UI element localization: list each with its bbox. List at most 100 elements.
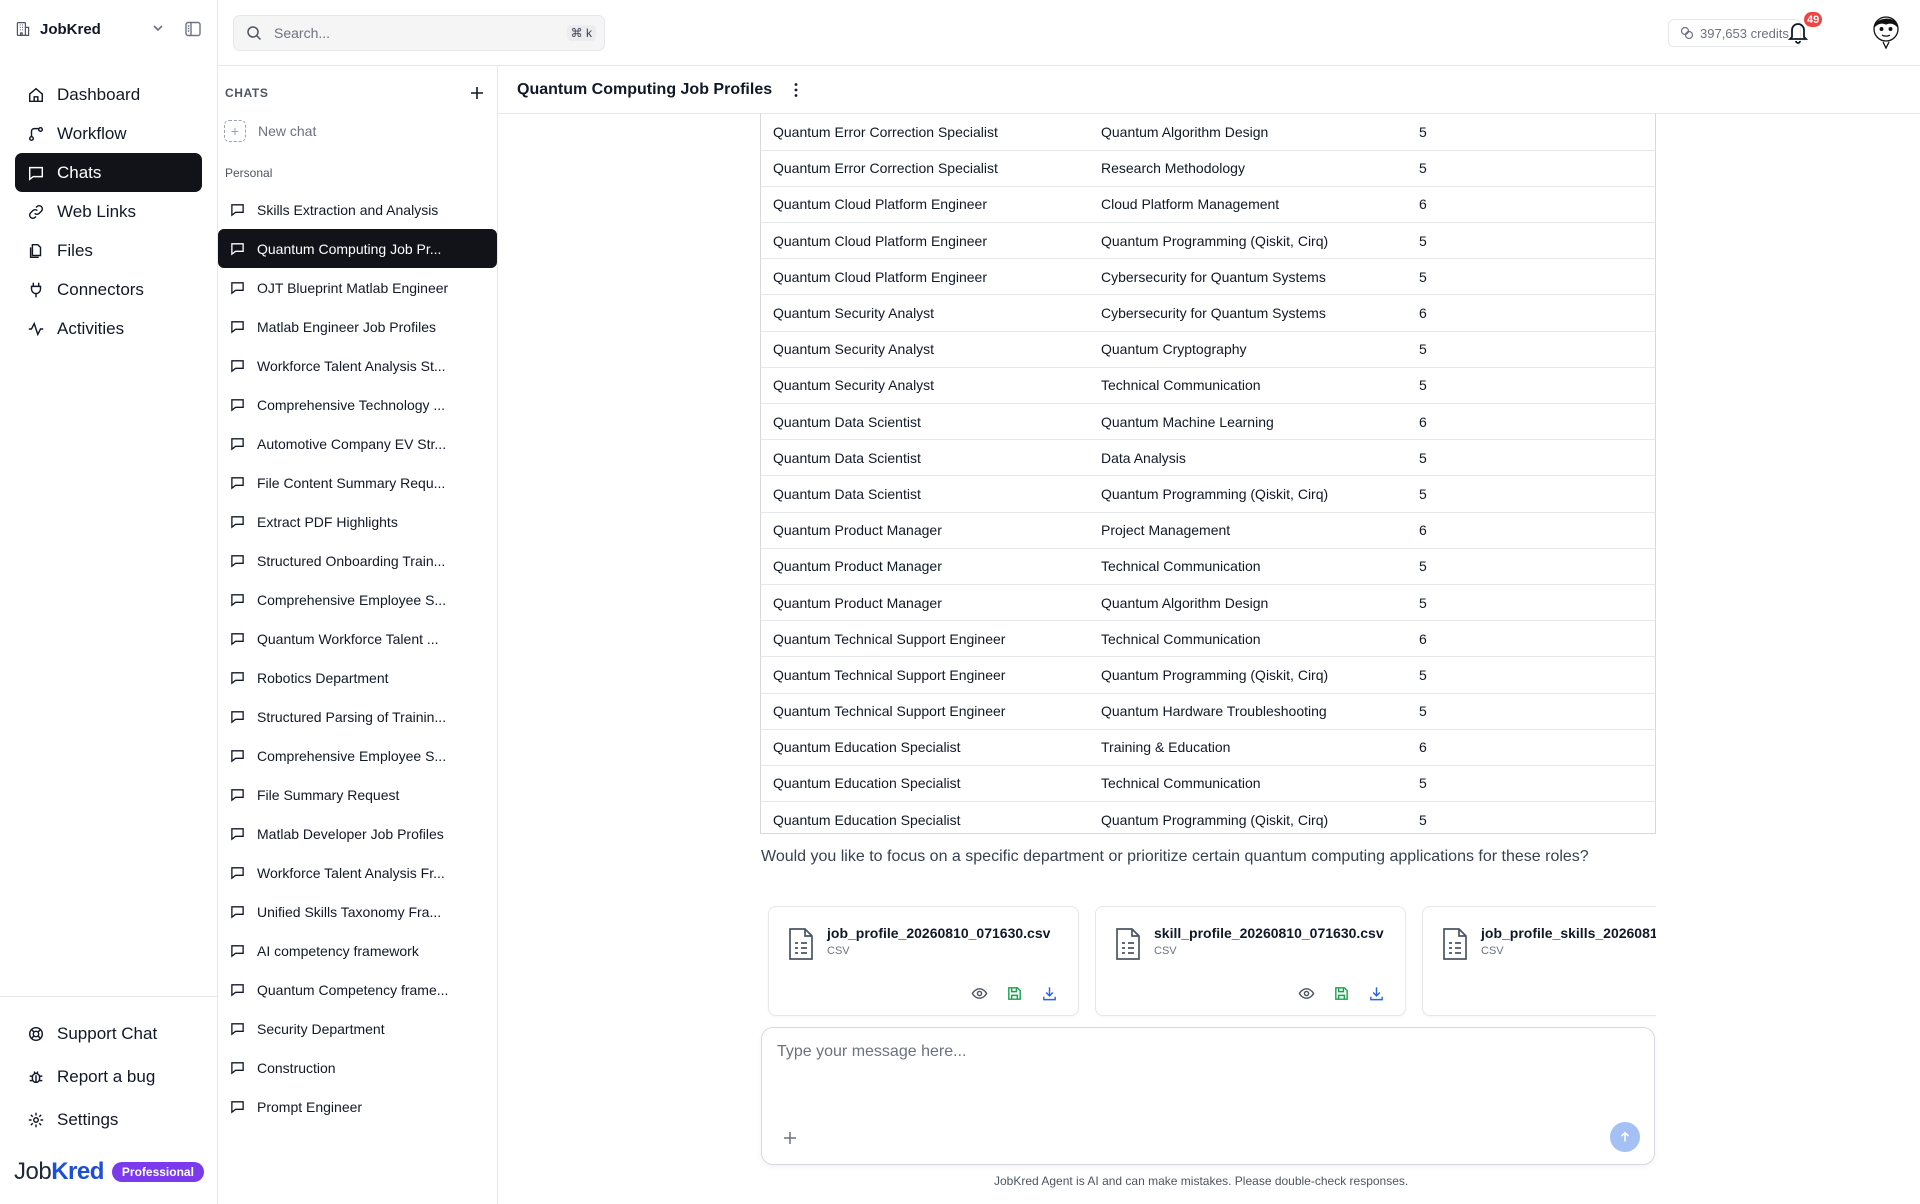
chat-icon	[28, 166, 44, 181]
skill-cell: Technical Communication	[1089, 765, 1407, 803]
table-row: Quantum Technical Support Engineer Techni…	[761, 620, 1655, 658]
file-name: skill_profile_20260810_071630.csv	[1154, 925, 1384, 941]
download-icon[interactable]	[1368, 985, 1385, 1002]
nav-item-workflow[interactable]: Workflow	[15, 114, 202, 153]
plus-icon[interactable]	[782, 1130, 798, 1146]
chat-list-item[interactable]: Comprehensive Employee S...	[218, 736, 497, 775]
activity-icon	[28, 321, 44, 336]
plus-icon[interactable]	[468, 84, 486, 102]
credits-display[interactable]: 397,653 credits	[1668, 19, 1801, 47]
nav-item-report-bug[interactable]: Report a bug	[15, 1055, 202, 1098]
table-row: Quantum Cloud Platform Engineer Cybersecu…	[761, 258, 1655, 296]
chat-list-item[interactable]: Quantum Workforce Talent ...	[218, 619, 497, 658]
search-input[interactable]	[274, 25, 564, 41]
chat-list-item[interactable]: Quantum Competency frame...	[218, 970, 497, 1009]
chat-title: Security Department	[257, 1020, 385, 1037]
chat-icon	[231, 672, 244, 685]
chat-list-item[interactable]: Unified Skills Taxonomy Fra...	[218, 892, 497, 931]
chat-list-item[interactable]: Skills Extraction and Analysis	[218, 190, 497, 229]
chat-title: Quantum Competency frame...	[257, 981, 449, 998]
save-icon[interactable]	[1333, 985, 1350, 1002]
chat-list-item[interactable]: Extract PDF Highlights	[218, 502, 497, 541]
chat-list-item[interactable]: File Summary Request	[218, 775, 497, 814]
table-row: Quantum Security Analyst Cybersecurity fo…	[761, 294, 1655, 332]
file-name: job_profile_skills_20260810_071630.csv	[1481, 925, 1656, 941]
skill-cell: Technical Communication	[1089, 548, 1407, 585]
chat-list-item[interactable]: Comprehensive Employee S...	[218, 580, 497, 619]
chat-icon	[231, 360, 244, 373]
nav-item-web-links[interactable]: Web Links	[15, 192, 202, 231]
chat-list-item[interactable]: Automotive Company EV Str...	[218, 424, 497, 463]
skill-cell: Quantum Programming (Qiskit, Cirq)	[1101, 811, 1329, 828]
chat-list-item[interactable]: Workforce Talent Analysis Fr...	[218, 853, 497, 892]
new-chat-button[interactable]: + New chat	[224, 118, 316, 144]
file-card[interactable]: job_profile_skills_20260810_071630.csv CS…	[1422, 906, 1656, 1016]
table-row: Quantum Data Scientist Quantum Programmin…	[761, 475, 1655, 513]
table-row: Quantum Technical Support Engineer Quantu…	[761, 656, 1655, 694]
message-input[interactable]	[777, 1043, 1637, 1103]
chat-icon	[231, 516, 244, 529]
sidebar-collapse-icon[interactable]	[184, 20, 202, 38]
chat-list-item[interactable]: File Content Summary Requ...	[218, 463, 497, 502]
chat-list-item[interactable]: Construction	[218, 1048, 497, 1087]
table-row: Quantum Education Specialist Technical Co…	[761, 765, 1655, 803]
chat-list-item[interactable]: Security Department	[218, 1009, 497, 1048]
chat-list-item[interactable]: Prompt Engineer	[218, 1087, 497, 1126]
chat-list-item[interactable]: OJT Blueprint Matlab Engineer	[218, 268, 497, 307]
job-title-cell: Quantum Error Correction Specialist	[761, 114, 1089, 151]
chevron-down-icon[interactable]	[150, 20, 166, 36]
chat-list-item[interactable]: Matlab Engineer Job Profiles	[218, 307, 497, 346]
top-bar: ⌘ k 397,653 credits 49	[218, 0, 1920, 66]
nav-item-settings[interactable]: Settings	[15, 1098, 202, 1141]
chat-title: Comprehensive Employee S...	[257, 591, 447, 608]
eye-icon[interactable]	[971, 985, 988, 1002]
chat-icon	[231, 594, 244, 607]
table-row: Quantum Error Correction Specialist Resea…	[761, 150, 1655, 187]
file-name: job_profile_20260810_071630.csv	[827, 925, 1051, 941]
nav-item-connectors[interactable]: Connectors	[15, 270, 202, 309]
plan-badge: Professional	[111, 1162, 204, 1182]
avatar[interactable]	[1869, 14, 1903, 50]
arrow-up-icon	[1620, 1131, 1630, 1142]
workflow-icon	[28, 126, 44, 141]
nav-item-label: Activities	[57, 318, 125, 338]
chat-list-item[interactable]: AI competency framework	[218, 931, 497, 970]
results-table-container[interactable]: Quantum Error Correction Specialist Quant…	[760, 114, 1656, 834]
nav-item-chats[interactable]: Chats	[15, 153, 202, 192]
job-title-cell: Quantum Data Scientist	[761, 439, 1089, 477]
eye-icon[interactable]	[1298, 985, 1315, 1002]
more-vertical-icon[interactable]	[787, 81, 805, 99]
save-icon[interactable]	[1006, 985, 1023, 1002]
nav-item-support-chat[interactable]: Support Chat	[15, 1012, 202, 1055]
chat-list-item[interactable]: Structured Onboarding Train...	[218, 541, 497, 580]
chat-list-item[interactable]: Comprehensive Technology ...	[218, 385, 497, 424]
send-button[interactable]	[1610, 1122, 1640, 1152]
nav-item-label: Dashboard	[57, 84, 141, 104]
table-row: Quantum Cloud Platform Engineer Cloud Pla…	[761, 186, 1655, 224]
download-icon[interactable]	[1041, 985, 1058, 1002]
chat-icon	[231, 477, 244, 490]
workspace-name: JobKred	[40, 20, 101, 38]
credits-label: 397,653 credits	[1700, 25, 1789, 41]
file-card[interactable]: skill_profile_20260810_071630.csv CSV	[1095, 906, 1406, 1016]
chat-list-item[interactable]: Robotics Department	[218, 658, 497, 697]
results-table: Quantum Error Correction Specialist Quant…	[761, 114, 1655, 833]
chat-list-item[interactable]: Matlab Developer Job Profiles	[218, 814, 497, 853]
chat-list-item[interactable]: Structured Parsing of Trainin...	[218, 697, 497, 736]
nav-item-activities[interactable]: Activities	[15, 309, 202, 348]
file-card[interactable]: job_profile_20260810_071630.csv CSV	[768, 906, 1079, 1016]
assistant-followup-message: Would you like to focus on a specific de…	[761, 848, 1589, 865]
proficiency-level-cell: 5	[1407, 258, 1655, 296]
job-title-cell: Quantum Security Analyst	[761, 294, 1089, 332]
chat-title: Matlab Developer Job Profiles	[257, 825, 444, 842]
chat-title: Structured Parsing of Trainin...	[257, 708, 447, 725]
nav-item-files[interactable]: Files	[15, 231, 202, 270]
proficiency-level-cell: 6	[1407, 729, 1655, 766]
search-box[interactable]: ⌘ k	[233, 15, 605, 51]
workspace-switcher[interactable]: JobKred	[14, 14, 204, 44]
chat-list-item[interactable]: Workforce Talent Analysis St...	[218, 346, 497, 385]
proficiency-level-cell: 6	[1407, 512, 1655, 549]
main-content: Quantum Computing Job Profiles Quantum E…	[498, 66, 1920, 1204]
chat-list-item[interactable]: Quantum Computing Job Pr...	[218, 229, 497, 268]
nav-item-dashboard[interactable]: Dashboard	[15, 75, 202, 114]
